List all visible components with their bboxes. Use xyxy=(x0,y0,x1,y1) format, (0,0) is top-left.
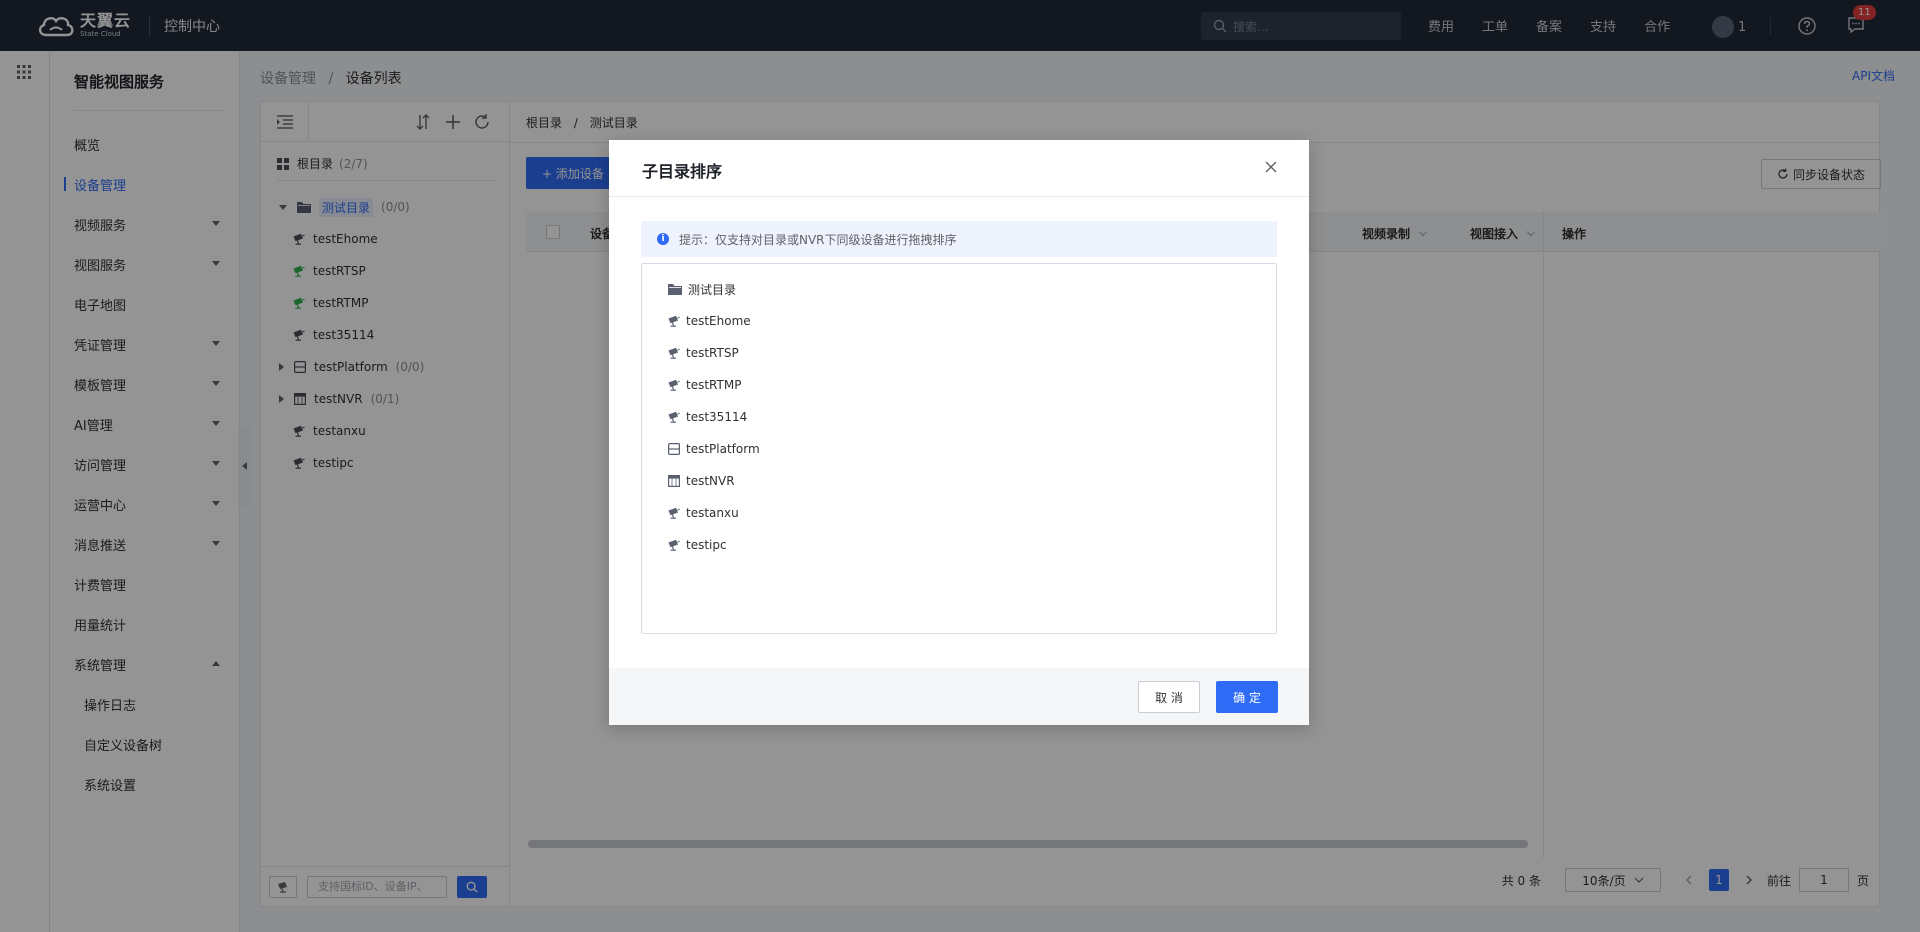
sortable-item-label: test35114 xyxy=(686,410,748,424)
sortable-item[interactable]: 测试目录 xyxy=(668,279,736,299)
camera-icon xyxy=(668,411,680,423)
sortable-item[interactable]: testRTSP xyxy=(668,343,739,363)
camera-icon xyxy=(668,347,680,359)
sortable-item-label: testPlatform xyxy=(686,442,760,456)
sortable-item[interactable]: testEhome xyxy=(668,311,751,331)
nvr-icon xyxy=(668,475,680,487)
sortable-item[interactable]: testPlatform xyxy=(668,439,760,459)
dialog-tip: i 提示：仅支持对目录或NVR下同级设备进行拖拽排序 xyxy=(641,221,1277,257)
sortable-item[interactable]: testNVR xyxy=(668,471,735,491)
camera-icon xyxy=(668,507,680,519)
sortable-item-label: testanxu xyxy=(686,506,739,520)
dialog-divider xyxy=(609,196,1309,197)
sortable-item[interactable]: testRTMP xyxy=(668,375,741,395)
info-icon: i xyxy=(657,233,669,245)
folder-icon xyxy=(668,283,682,295)
sortable-item-label: testRTMP xyxy=(686,378,742,392)
sortable-item[interactable]: testipc xyxy=(668,535,727,555)
sortable-item[interactable]: testanxu xyxy=(668,503,739,523)
sortable-item-label: 测试目录 xyxy=(688,282,737,297)
dialog-title: 子目录排序 xyxy=(642,162,723,181)
camera-icon xyxy=(668,315,680,327)
camera-icon xyxy=(668,379,680,391)
cancel-button[interactable]: 取 消 xyxy=(1138,681,1200,713)
sortable-item-label: testNVR xyxy=(686,474,735,488)
sort-subdirectory-dialog: 子目录排序 i 提示：仅支持对目录或NVR下同级设备进行拖拽排序 测试目录 tes… xyxy=(609,140,1309,725)
sortable-item-label: testRTSP xyxy=(686,346,739,360)
sortable-list: 测试目录 testEhome testRTSP testRTMP test35114 te… xyxy=(641,263,1277,634)
platform-icon xyxy=(668,443,680,455)
sortable-item-label: testipc xyxy=(686,538,727,552)
dialog-tip-text: 提示：仅支持对目录或NVR下同级设备进行拖拽排序 xyxy=(679,232,957,247)
close-icon[interactable] xyxy=(1265,161,1277,173)
sortable-item[interactable]: test35114 xyxy=(668,407,747,427)
dialog-footer xyxy=(609,668,1309,725)
camera-icon xyxy=(668,539,680,551)
confirm-button[interactable]: 确 定 xyxy=(1216,681,1278,713)
sortable-item-label: testEhome xyxy=(686,314,751,328)
